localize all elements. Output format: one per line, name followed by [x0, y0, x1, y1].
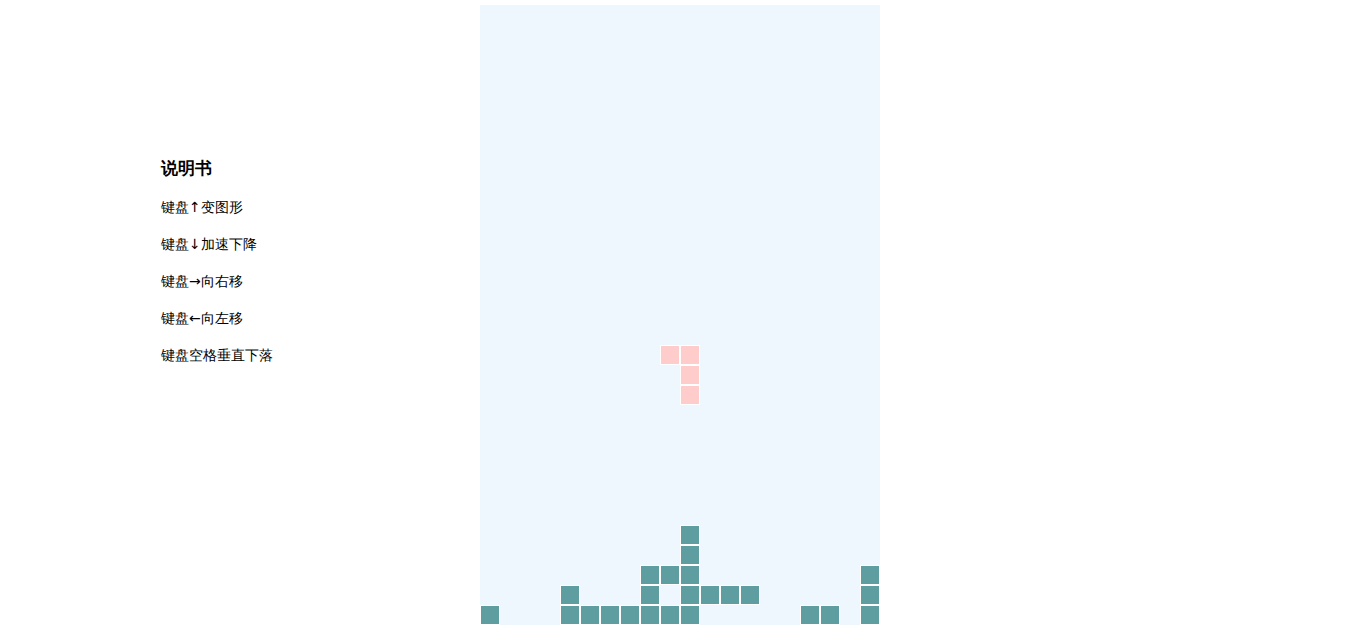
locked-block [480, 605, 500, 625]
locked-block [660, 565, 680, 585]
locked-block [660, 605, 680, 625]
instruction-item: 键盘←向左移 [161, 307, 480, 329]
locked-block [580, 605, 600, 625]
locked-block [680, 545, 700, 565]
instruction-item: 键盘空格垂直下落 [161, 344, 480, 366]
instruction-item: 键盘↑变图形 [161, 196, 480, 218]
locked-block [820, 605, 840, 625]
instructions-panel: 说明书键盘↑变图形键盘↓加速下降键盘→向右移键盘←向左移键盘空格垂直下落 [0, 0, 480, 381]
locked-block [860, 605, 880, 625]
falling-block [680, 345, 700, 365]
locked-block [640, 605, 660, 625]
locked-block [680, 605, 700, 625]
falling-block [660, 345, 680, 365]
game-board[interactable] [480, 5, 880, 625]
locked-block [600, 605, 620, 625]
locked-block [740, 585, 760, 605]
locked-block [800, 605, 820, 625]
locked-block [560, 585, 580, 605]
falling-block [680, 365, 700, 385]
locked-block [640, 585, 660, 605]
locked-block [680, 525, 700, 545]
locked-block [680, 565, 700, 585]
instruction-item: 键盘→向右移 [161, 270, 480, 292]
instruction-item: 键盘↓加速下降 [161, 233, 480, 255]
locked-block [700, 585, 720, 605]
locked-block [640, 565, 660, 585]
locked-block [860, 585, 880, 605]
locked-block [620, 605, 640, 625]
locked-block [720, 585, 740, 605]
locked-block [560, 605, 580, 625]
falling-block [680, 385, 700, 405]
instructions-title: 说明书 [161, 156, 480, 180]
locked-block [680, 585, 700, 605]
locked-block [860, 565, 880, 585]
